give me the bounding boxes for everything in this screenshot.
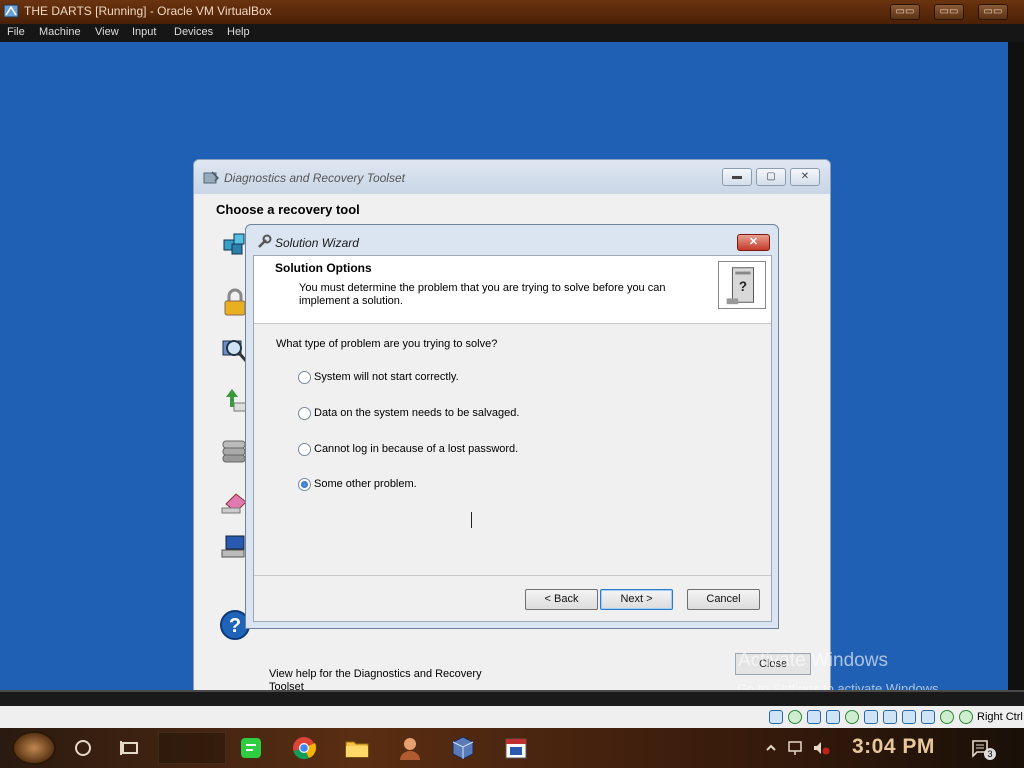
radio-button[interactable]	[298, 406, 311, 420]
menu-bar: File Machine View Input Devices Help	[0, 24, 1024, 42]
menu-input[interactable]: Input	[132, 26, 156, 38]
option-label: Cannot log in because of a lost password…	[314, 443, 519, 455]
wizard-close-button[interactable]: ✕	[737, 234, 770, 251]
dart-title-bar: Diagnostics and Recovery Toolset ▬ ▢ ✕	[194, 160, 830, 194]
task-view-icon[interactable]	[116, 734, 144, 762]
dart-title: Diagnostics and Recovery Toolset	[224, 171, 405, 185]
back-button[interactable]: < Back	[525, 589, 598, 610]
notification-count-badge: 3	[984, 748, 996, 760]
hard-disk-icon[interactable]	[769, 710, 783, 724]
wizard-wrench-icon	[258, 234, 272, 248]
option-system-will-not-start[interactable]: System will not start correctly.	[298, 369, 459, 385]
optical-drive-icon[interactable]	[788, 710, 802, 724]
keyboard-capture-icon[interactable]	[959, 710, 973, 724]
dart-close-button[interactable]: ✕	[790, 168, 820, 186]
cancel-button[interactable]: Cancel	[687, 589, 760, 610]
wizard-title-bar: Solution Wizard ✕	[246, 225, 778, 255]
radio-button-selected[interactable]	[298, 477, 311, 491]
option-label: Some other problem.	[314, 478, 417, 490]
button-separator	[254, 575, 771, 576]
taskbar-empty-slot	[158, 732, 226, 764]
user-app-icon[interactable]	[396, 734, 424, 762]
shared-folders-icon[interactable]	[864, 710, 878, 724]
usb-icon[interactable]	[845, 710, 859, 724]
vt-x-icon[interactable]	[921, 710, 935, 724]
recording-icon[interactable]	[902, 710, 916, 724]
computer-question-icon: ?	[718, 261, 766, 309]
dart-maximize-button[interactable]: ▢	[756, 168, 786, 186]
option-data-salvage[interactable]: Data on the system needs to be salvaged.	[298, 405, 519, 421]
solution-wizard-dialog: Solution Wizard ✕ Solution Options You m…	[245, 224, 779, 629]
radio-button[interactable]	[298, 442, 311, 456]
radio-button[interactable]	[298, 370, 311, 384]
virtualbox-title-bar: THE DARTS [Running] - Oracle VM VirtualB…	[0, 0, 1024, 24]
maximize-button[interactable]: ▭▭	[934, 4, 964, 20]
network-tray-icon[interactable]	[787, 740, 805, 756]
menu-devices[interactable]: Devices	[174, 26, 213, 38]
text-cursor	[471, 512, 472, 528]
wizard-header: Solution Options You must determine the …	[254, 256, 771, 324]
wizard-body: Solution Options You must determine the …	[253, 255, 772, 622]
display-icon[interactable]	[883, 710, 897, 724]
dart-minimize-button[interactable]: ▬	[722, 168, 752, 186]
minimize-button[interactable]: ▭▭	[890, 4, 920, 20]
host-key-label: Right Ctrl	[977, 711, 1023, 723]
virtualbox-icon[interactable]	[449, 734, 477, 762]
start-button[interactable]	[12, 731, 56, 765]
audio-icon[interactable]	[807, 710, 821, 724]
activate-windows-subtext: Go to Settings to activate Windows.	[737, 681, 943, 690]
clock[interactable]: 3:04 PM	[852, 735, 935, 759]
taskbar-decoration	[560, 730, 760, 766]
network-icon[interactable]	[826, 710, 840, 724]
svg-text:?: ?	[739, 279, 747, 294]
toolset-icon	[203, 171, 219, 184]
close-button[interactable]: ▭▭	[978, 4, 1008, 20]
svg-text:?: ?	[229, 615, 241, 637]
wizard-header-description: You must determine the problem that you …	[299, 282, 666, 307]
taskbar: 3:04 PM 3	[0, 728, 1024, 768]
dart-heading: Choose a recovery tool	[216, 202, 360, 217]
virtualbox-app-icon	[3, 4, 19, 18]
menu-file[interactable]: File	[7, 26, 25, 38]
menu-machine[interactable]: Machine	[39, 26, 81, 38]
guest-desktop[interactable]: Diagnostics and Recovery Toolset ▬ ▢ ✕ C…	[0, 42, 1008, 690]
mouse-integration-icon[interactable]	[940, 710, 954, 724]
file-explorer-icon[interactable]	[343, 734, 371, 762]
option-label: System will not start correctly.	[314, 371, 459, 383]
problem-question: What type of problem are you trying to s…	[276, 338, 498, 350]
wizard-title: Solution Wizard	[275, 236, 359, 250]
help-link-text[interactable]: View help for the Diagnostics and Recove…	[269, 668, 499, 690]
window-title: THE DARTS [Running] - Oracle VM VirtualB…	[24, 4, 272, 18]
option-lost-password[interactable]: Cannot log in because of a lost password…	[298, 441, 518, 457]
menu-help[interactable]: Help	[227, 26, 250, 38]
menu-view[interactable]: View	[95, 26, 119, 38]
chrome-icon[interactable]	[290, 734, 318, 762]
option-some-other-problem[interactable]: Some other problem.	[298, 476, 417, 492]
volume-muted-icon[interactable]	[812, 740, 830, 756]
sticky-notes-icon[interactable]	[237, 734, 265, 762]
wizard-header-title: Solution Options	[275, 261, 372, 275]
virtualbox-status-bar: Right Ctrl	[0, 706, 1024, 728]
calendar-app-icon[interactable]	[502, 734, 530, 762]
option-label: Data on the system needs to be salvaged.	[314, 407, 520, 419]
activate-windows-watermark: Activate Windows	[738, 650, 888, 671]
search-circle-icon[interactable]	[69, 734, 97, 762]
guest-horizontal-scrollbar[interactable]	[0, 690, 1024, 706]
guest-vertical-scrollbar[interactable]	[1008, 42, 1024, 690]
next-button[interactable]: Next >	[600, 589, 673, 610]
show-hidden-icons-icon[interactable]	[764, 741, 778, 755]
